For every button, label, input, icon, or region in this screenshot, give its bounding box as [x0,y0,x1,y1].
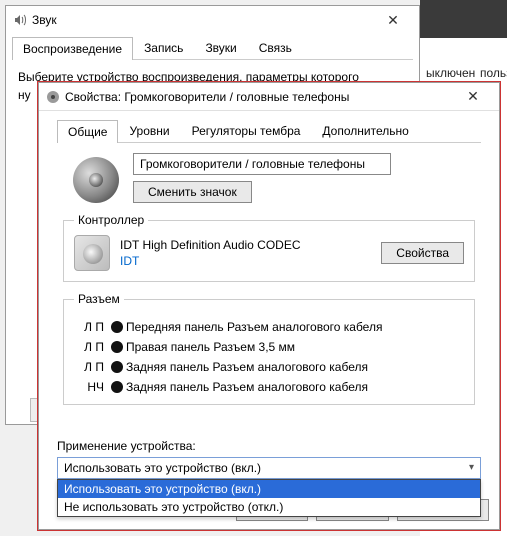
chevron-down-icon: ▾ [469,462,474,473]
window-title-sound: Звук [28,13,373,27]
jack-color-dot [111,361,123,373]
usage-option-off[interactable]: Не использовать это устройство (откл.) [58,498,480,516]
jack-channel: Л П [74,360,108,374]
controller-group: Контроллер IDT High Definition Audio COD… [63,213,475,282]
jack-color-dot [111,321,123,333]
sound-tabs: Воспроизведение Запись Звуки Связь [12,36,413,60]
tab-eq[interactable]: Регуляторы тембра [181,119,312,142]
device-large-icon [73,157,119,203]
speaker-icon [45,89,61,105]
tab-playback[interactable]: Воспроизведение [12,37,133,60]
props-tabs: Общие Уровни Регуляторы тембра Дополните… [57,119,481,143]
jack-legend: Разъем [74,292,124,306]
usage-select-value: Использовать это устройство (вкл.) [64,461,261,475]
jack-color-dot [111,381,123,393]
usage-option-on[interactable]: Использовать это устройство (вкл.) [58,480,480,498]
jack-desc: Задняя панель Разъем аналогового кабеля [126,380,464,394]
bg-text-user: пользо [480,66,507,80]
jack-desc: Задняя панель Разъем аналогового кабеля [126,360,464,374]
controller-icon [74,235,110,271]
change-icon-button[interactable]: Сменить значок [133,181,252,203]
device-name-field[interactable]: Громкоговорители / головные телефоны [133,153,391,175]
tab-comm[interactable]: Связь [248,36,303,59]
controller-name: IDT High Definition Audio CODEC [120,238,371,252]
controller-properties-button[interactable]: Свойства [381,242,464,264]
properties-window: Свойства: Громкоговорители / головные те… [38,82,500,530]
jack-channel: НЧ [74,380,108,394]
jack-desc: Передняя панель Разъем аналогового кабел… [126,320,464,334]
close-icon[interactable]: ✕ [373,12,413,29]
controller-link[interactable]: IDT [120,254,371,268]
jack-channel: Л П [74,320,108,334]
tab-levels[interactable]: Уровни [118,119,180,142]
tab-general[interactable]: Общие [57,120,118,143]
tab-record[interactable]: Запись [133,36,194,59]
tab-advanced[interactable]: Дополнительно [311,119,419,142]
usage-dropdown: Использовать это устройство (вкл.) Не ис… [57,479,481,517]
jack-desc: Правая панель Разъем 3,5 мм [126,340,464,354]
jack-channel: Л П [74,340,108,354]
bg-text-off: ыключен [426,66,475,80]
usage-label: Применение устройства: [57,439,499,453]
sound-icon [12,12,28,28]
jack-color-dot [111,341,123,353]
jack-group: Разъем Л П Передняя панель Разъем аналого… [63,292,475,405]
tab-sounds[interactable]: Звуки [194,36,247,59]
usage-select[interactable]: Использовать это устройство (вкл.) ▾ [57,457,481,479]
controller-legend: Контроллер [74,213,148,227]
close-icon[interactable]: ✕ [453,88,493,105]
window-title-props: Свойства: Громкоговорители / головные те… [61,90,453,104]
